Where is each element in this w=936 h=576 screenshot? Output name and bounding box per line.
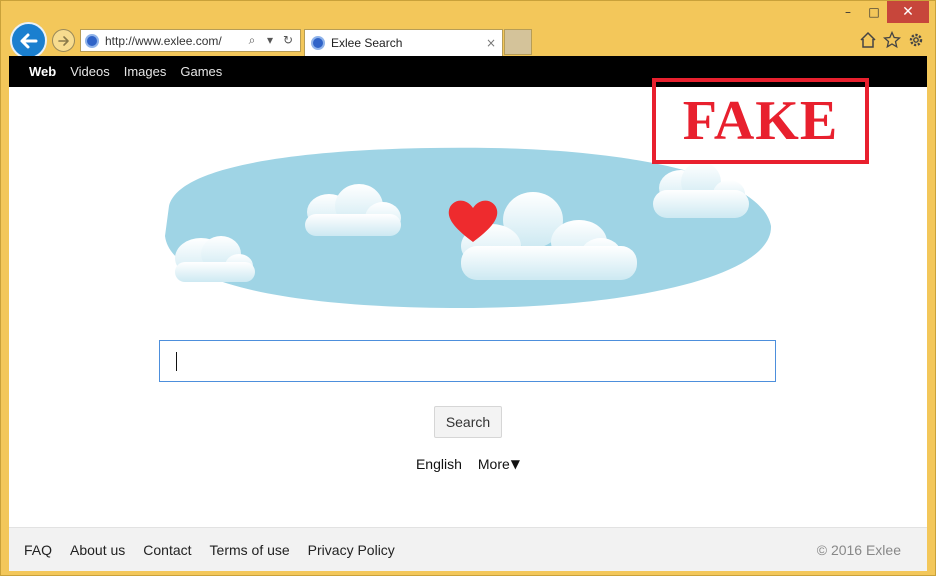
dropdown-arrow-icon: ▼ [510, 457, 521, 471]
gear-icon[interactable] [907, 31, 925, 49]
fake-stamp-text: FAKE [682, 90, 839, 152]
tab-favicon-icon [311, 36, 325, 50]
refresh-icon[interactable]: ↻ [280, 33, 296, 48]
nav-images[interactable]: Images [124, 64, 167, 79]
nav-games[interactable]: Games [180, 64, 222, 79]
forward-button[interactable] [52, 29, 75, 52]
footer-link-faq[interactable]: FAQ [24, 542, 52, 558]
address-url[interactable]: http://www.exlee.com/ [105, 34, 244, 48]
footer-link-about[interactable]: About us [70, 542, 125, 558]
browser-window: – □ ✕ http://www.exlee.com/ ⌕ ▾ ↻ Exlee … [0, 0, 936, 576]
window-controls: – □ ✕ [835, 1, 929, 23]
exlee-logo [161, 146, 773, 315]
maximize-button[interactable]: □ [861, 1, 887, 23]
footer-link-contact[interactable]: Contact [143, 542, 191, 558]
search-input[interactable] [159, 340, 776, 382]
back-arrow-icon [20, 33, 37, 48]
tab-exlee-search[interactable]: Exlee Search × [304, 29, 503, 56]
more-label: More [477, 456, 510, 472]
copyright-text: © 2016 Exlee [816, 541, 901, 558]
back-button[interactable] [10, 22, 47, 59]
dropdown-icon[interactable]: ▾ [262, 33, 278, 48]
page-viewport: Web Videos Images Games FAKE Search Engl… [9, 56, 927, 571]
language-english[interactable]: English [416, 456, 462, 472]
fake-stamp: FAKE [652, 78, 869, 164]
language-row: English More ▼ [9, 456, 927, 472]
home-icon[interactable] [859, 31, 877, 49]
more-languages-button[interactable]: More ▼ [478, 456, 520, 472]
footer-link-terms[interactable]: Terms of use [210, 542, 290, 558]
address-bar[interactable]: http://www.exlee.com/ ⌕ ▾ ↻ [80, 29, 301, 52]
site-favicon-icon [85, 33, 99, 48]
text-caret [176, 352, 177, 371]
browser-tools [859, 31, 925, 49]
page-footer: FAQ About us Contact Terms of use Privac… [9, 527, 927, 571]
search-icon[interactable]: ⌕ [244, 33, 260, 48]
forward-arrow-icon [57, 35, 69, 46]
tab-title: Exlee Search [331, 36, 403, 50]
footer-link-privacy[interactable]: Privacy Policy [308, 542, 395, 558]
search-button[interactable]: Search [434, 406, 502, 438]
nav-web[interactable]: Web [29, 64, 56, 79]
new-tab-button[interactable] [504, 29, 532, 55]
minimize-button[interactable]: – [835, 1, 861, 23]
star-icon[interactable] [883, 31, 901, 49]
nav-videos[interactable]: Videos [70, 64, 110, 79]
close-window-button[interactable]: ✕ [887, 1, 929, 23]
tab-close-icon[interactable]: × [486, 36, 496, 50]
